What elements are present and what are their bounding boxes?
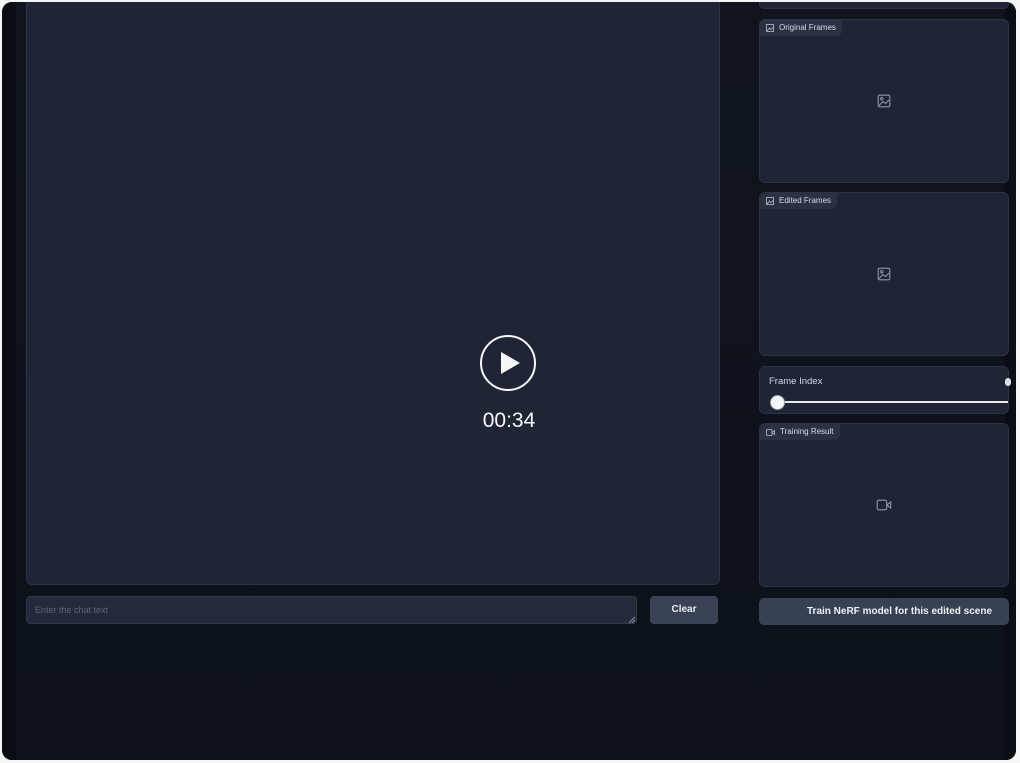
frame-index-slider-panel: Frame Index — [759, 366, 1011, 414]
image-icon — [766, 197, 774, 205]
clear-button[interactable]: Clear — [650, 596, 718, 624]
edited-frames-panel[interactable]: Edited Frames — [759, 192, 1009, 356]
frame-index-label: Frame Index — [769, 376, 823, 387]
training-result-title: Training Result — [780, 427, 834, 436]
left-edge — [2, 2, 16, 760]
video-camera-icon — [876, 499, 892, 511]
original-frames-label: Original Frames — [760, 20, 842, 36]
image-icon — [877, 94, 891, 108]
image-icon — [877, 267, 891, 281]
frame-index-track[interactable] — [776, 401, 1008, 403]
frame-index-thumb[interactable] — [770, 395, 785, 410]
train-nerf-button[interactable]: Train NeRF model for this edited scene — [759, 598, 1009, 625]
top-panel-sliver — [759, 2, 1009, 9]
slider-number-input-edge[interactable] — [1005, 378, 1011, 386]
video-camera-icon — [766, 428, 775, 436]
image-icon — [766, 24, 774, 32]
original-frames-title: Original Frames — [779, 23, 836, 32]
original-frames-panel[interactable]: Original Frames — [759, 19, 1009, 183]
chatbot-panel — [26, 2, 720, 585]
training-result-label: Training Result — [760, 424, 840, 440]
play-button[interactable] — [480, 335, 536, 391]
training-result-panel[interactable]: Training Result — [759, 423, 1009, 587]
resize-grip-icon[interactable] — [628, 616, 636, 624]
app-window: 00:34 Clear Original Frames Edited Fr — [2, 2, 1016, 760]
chat-input[interactable] — [26, 596, 637, 624]
edited-frames-label: Edited Frames — [760, 193, 838, 209]
edited-frames-title: Edited Frames — [779, 196, 832, 205]
play-icon — [501, 352, 520, 374]
video-timecode: 00:34 — [482, 409, 536, 432]
